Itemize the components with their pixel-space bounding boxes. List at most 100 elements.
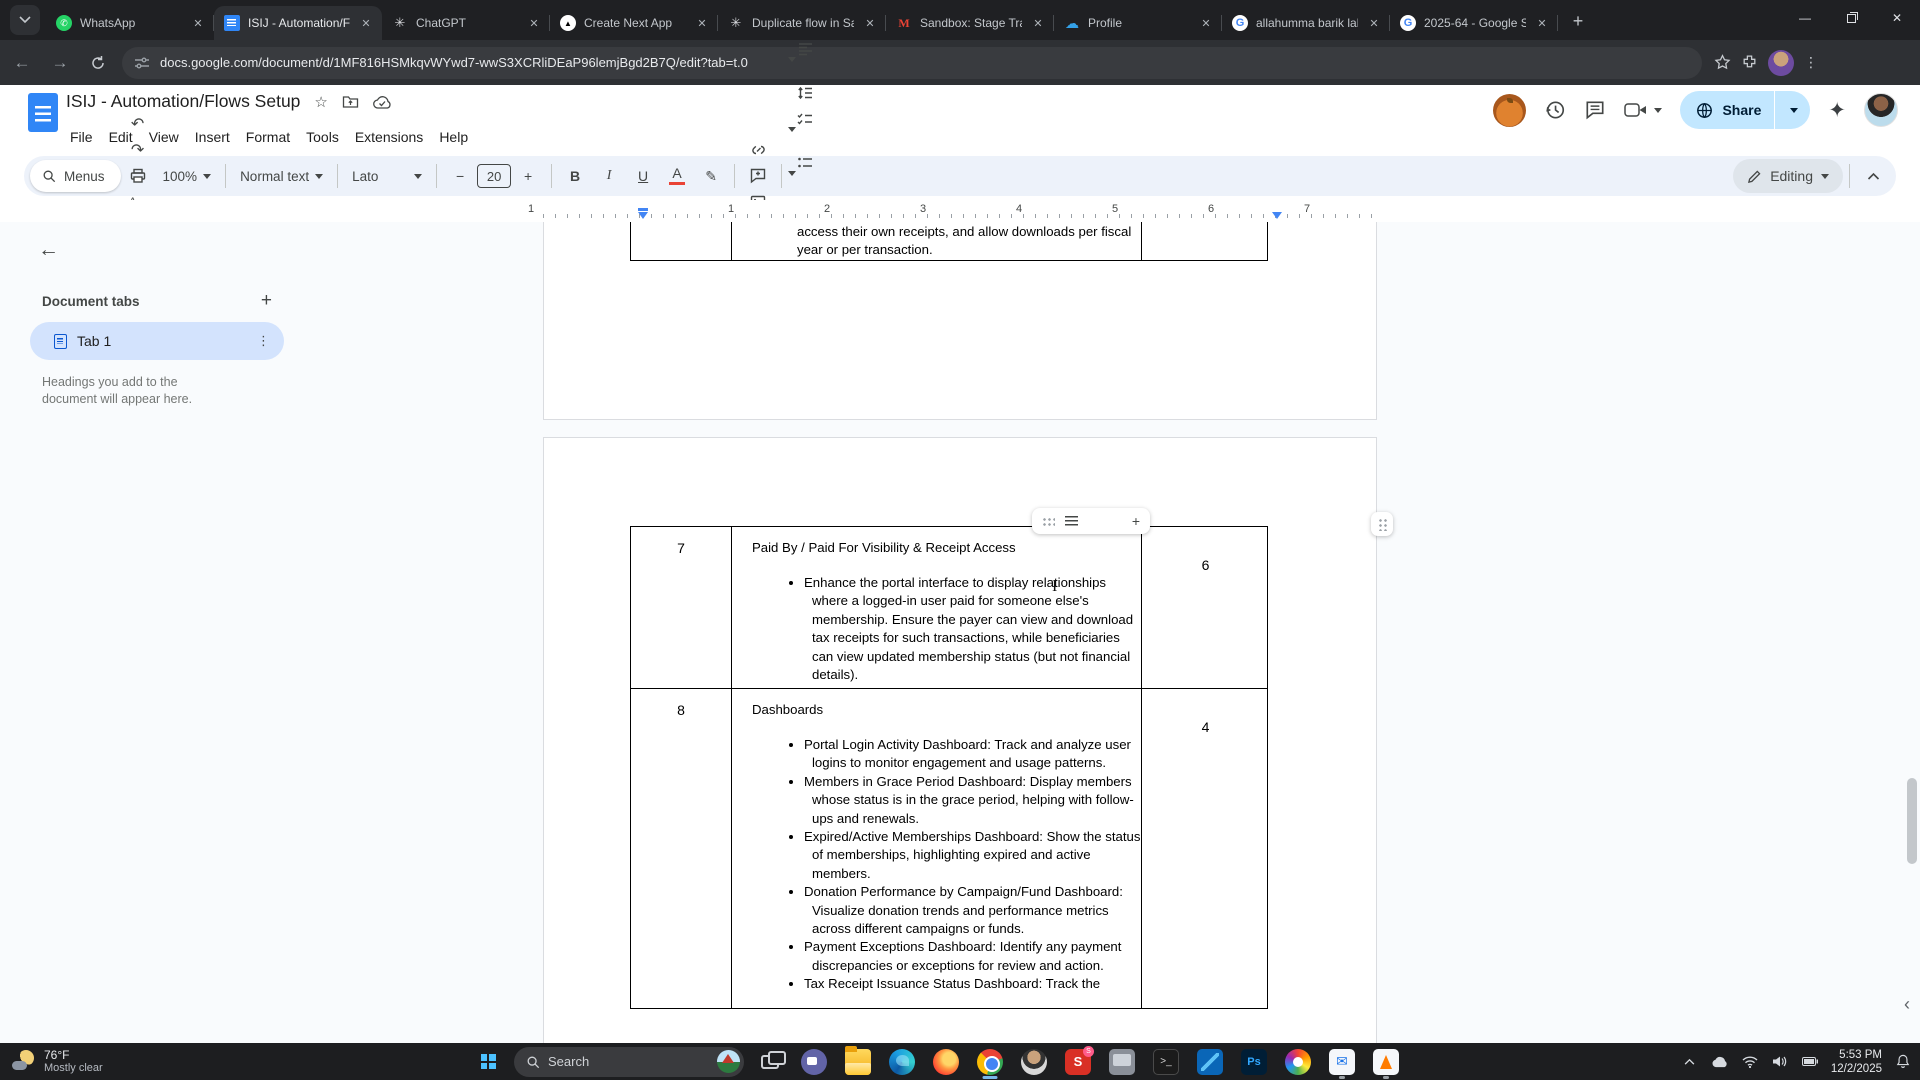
italic-button[interactable]: I <box>596 163 622 189</box>
row-number-cell[interactable]: 8 <box>631 689 732 1008</box>
task-view-taskbar-icon[interactable] <box>752 1044 788 1080</box>
menu-extensions[interactable]: Extensions <box>347 125 431 149</box>
wifi-icon[interactable] <box>1741 1055 1759 1068</box>
font-select[interactable]: Lato <box>352 169 423 184</box>
user-profile-taskbar-icon[interactable] <box>1016 1044 1052 1080</box>
tab-close-icon[interactable]: ✕ <box>1030 15 1046 31</box>
bullet-item[interactable]: Payment Exceptions Dashboard: Identify a… <box>804 938 1141 975</box>
browser-menu-button[interactable]: ⋮ <box>1804 54 1818 71</box>
share-caret-icon[interactable] <box>1790 107 1799 113</box>
align-caret-icon[interactable] <box>788 57 797 79</box>
browser-tab-3[interactable]: ✳ ChatGPT ✕ <box>382 6 550 40</box>
row-content-cell[interactable]: Dashboards Portal Login Activity Dashboar… <box>732 689 1142 1008</box>
table-row-8[interactable]: 8 Dashboards Portal Login Activity Dashboa… <box>631 689 1267 1009</box>
tab-close-icon[interactable]: ✕ <box>1534 15 1550 31</box>
row-score-cell[interactable]: 6 <box>1142 527 1269 688</box>
tab-close-icon[interactable]: ✕ <box>358 15 374 31</box>
file-explorer-taskbar-icon[interactable] <box>840 1044 876 1080</box>
highlight-color-button[interactable]: ✎ <box>698 163 724 189</box>
menus-search-button[interactable]: Menus <box>30 160 121 192</box>
browser-tab-1[interactable]: ✆ WhatsApp ✕ <box>46 6 214 40</box>
print-button[interactable] <box>125 163 151 189</box>
table-drag-handle-icon[interactable] <box>1042 516 1055 526</box>
minimize-button[interactable]: — <box>1782 0 1828 36</box>
tab-search-button[interactable] <box>10 5 40 35</box>
undo-button[interactable]: ↶ <box>125 111 151 137</box>
row-title[interactable]: Dashboards <box>752 702 1141 717</box>
row-number-cell[interactable]: 7 <box>631 527 732 688</box>
close-tabs-panel-button[interactable]: ← <box>38 238 59 262</box>
tab-close-icon[interactable]: ✕ <box>526 15 542 31</box>
vertical-scrollbar[interactable] <box>1907 778 1917 864</box>
tab-close-icon[interactable]: ✕ <box>1366 15 1382 31</box>
bookmark-star-icon[interactable] <box>1714 54 1731 71</box>
menu-tools[interactable]: Tools <box>298 125 347 149</box>
table-row-7[interactable]: 7 Paid By / Paid For Visibility & Receipt… <box>631 526 1267 689</box>
line-spacing-button[interactable] <box>792 80 818 106</box>
table-cell-number[interactable] <box>631 222 732 260</box>
overflow-paragraph[interactable]: access their own receipts, and allow dow… <box>732 222 1132 260</box>
chat-taskbar-icon[interactable] <box>796 1044 832 1080</box>
new-tab-button[interactable]: + <box>1564 7 1592 35</box>
account-avatar[interactable] <box>1864 93 1898 127</box>
extensions-icon[interactable] <box>1741 54 1758 71</box>
checklist-caret-icon[interactable] <box>788 127 797 149</box>
app-s-taskbar-icon[interactable]: SS <box>1060 1044 1096 1080</box>
menu-help[interactable]: Help <box>431 125 476 149</box>
vscode-taskbar-icon[interactable] <box>1192 1044 1228 1080</box>
row-score-cell[interactable]: 4 <box>1142 689 1269 1008</box>
tab-close-icon[interactable]: ✕ <box>190 15 206 31</box>
back-button[interactable]: ← <box>6 47 38 79</box>
remote-desktop-taskbar-icon[interactable] <box>1104 1044 1140 1080</box>
terminal-taskbar-icon[interactable]: >_ <box>1148 1044 1184 1080</box>
browser-tab-5[interactable]: ✳ Duplicate flow in Sale ✕ <box>718 6 886 40</box>
photoshop-taskbar-icon[interactable]: Ps <box>1236 1044 1272 1080</box>
battery-icon[interactable] <box>1801 1057 1819 1066</box>
add-tab-button[interactable]: + <box>261 290 272 312</box>
tray-chevron-up-icon[interactable] <box>1681 1058 1699 1065</box>
zoom-select[interactable]: 100% <box>163 169 212 184</box>
bullet-item[interactable]: Donation Performance by Campaign/Fund Da… <box>804 883 1141 938</box>
tab-options-icon[interactable]: ⋮ <box>257 333 270 349</box>
browser-profile-avatar[interactable] <box>1768 49 1794 76</box>
table-cell-score[interactable] <box>1142 222 1269 260</box>
cloud-saved-icon[interactable] <box>372 95 392 109</box>
addon-avatar-icon[interactable] <box>1493 93 1527 127</box>
browser-tab-2[interactable]: ISIJ - Automation/Flo ✕ <box>214 6 382 40</box>
start-button[interactable] <box>470 1044 506 1080</box>
firefox-taskbar-icon[interactable] <box>928 1044 964 1080</box>
onedrive-icon[interactable] <box>1711 1056 1729 1068</box>
chrome-taskbar-icon[interactable] <box>972 1044 1008 1080</box>
font-size-input[interactable]: 20 <box>477 164 512 188</box>
weather-widget[interactable]: 76°F Mostly clear <box>10 1048 210 1075</box>
google-docs-logo[interactable] <box>28 93 58 132</box>
insert-link-button[interactable] <box>745 137 771 163</box>
document-page-2[interactable]: + 7 Paid By / Paid For Visibility & Recei… <box>543 437 1393 1043</box>
edge-taskbar-icon[interactable] <box>884 1044 920 1080</box>
show-side-panel-button[interactable]: ‹ <box>1904 994 1910 1015</box>
browser-tab-8[interactable]: Gallahumma barik laha ✕ <box>1222 6 1390 40</box>
forward-button[interactable]: → <box>44 47 76 79</box>
reload-button[interactable] <box>82 47 114 79</box>
increase-font-size-button[interactable]: + <box>515 163 541 189</box>
browser-tab-7[interactable]: ☁ Profile ✕ <box>1054 6 1222 40</box>
taskbar-search[interactable]: Search <box>514 1046 744 1077</box>
document-page-1[interactable]: access their own receipts, and allow dow… <box>543 222 1377 420</box>
bullet-item[interactable]: Enhance the portal interface to display … <box>804 574 1141 684</box>
browser-tab-6[interactable]: M Sandbox: Stage Trans ✕ <box>886 6 1054 40</box>
comments-icon[interactable] <box>1584 99 1606 121</box>
doc-table[interactable]: + 7 Paid By / Paid For Visibility & Recei… <box>630 508 1393 1009</box>
menu-format[interactable]: Format <box>238 125 298 149</box>
gemini-sparkle-icon[interactable]: ✦ <box>1828 98 1846 123</box>
close-button[interactable]: ✕ <box>1874 0 1920 36</box>
left-indent-marker[interactable] <box>638 212 648 219</box>
star-icon[interactable]: ☆ <box>314 93 327 111</box>
move-folder-icon[interactable] <box>342 94 359 109</box>
row-title[interactable]: Paid By / Paid For Visibility & Receipt … <box>752 540 1141 555</box>
paragraph-style-select[interactable]: Normal text <box>240 169 324 184</box>
row-content-cell[interactable]: Paid By / Paid For Visibility & Receipt … <box>732 527 1142 688</box>
add-comment-button[interactable] <box>745 163 771 189</box>
video-call-button[interactable] <box>1624 101 1663 119</box>
column-drag-handle[interactable] <box>1371 512 1393 536</box>
browser-tab-9[interactable]: G 2025-64 - Google Se ✕ <box>1390 6 1558 40</box>
